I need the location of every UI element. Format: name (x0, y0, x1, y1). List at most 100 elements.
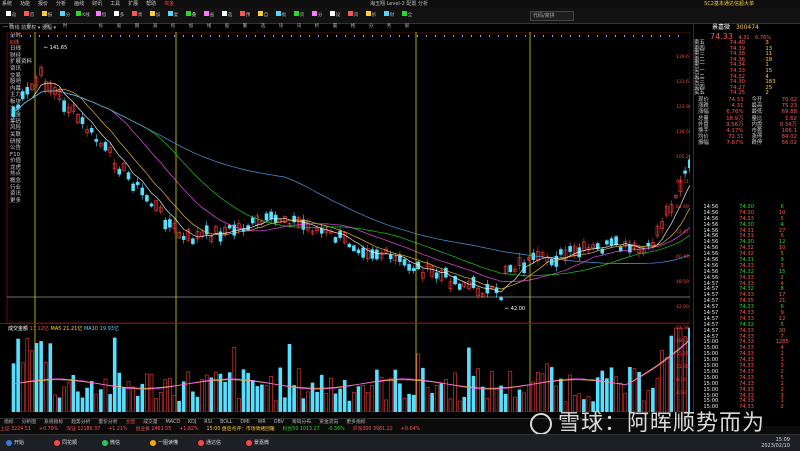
volume-bar (195, 396, 200, 412)
toolbar-button[interactable]: 选股 (220, 10, 234, 29)
toolbar-button[interactable]: 多股 (112, 10, 126, 29)
signal-marker (75, 35, 76, 37)
search-input[interactable]: 代码/简拼 (530, 11, 574, 21)
menu-item[interactable]: 工具 (110, 1, 120, 7)
taskbar-item[interactable]: 一图读懂 (150, 438, 178, 448)
taskbar-item[interactable]: 开始 (6, 438, 24, 448)
volume-bar (467, 347, 471, 412)
volume-bar (669, 335, 674, 412)
indicator-tab[interactable]: 主图 (126, 420, 136, 425)
taskbar-item[interactable]: 景嘉微 (246, 438, 269, 448)
indicator-tab[interactable]: KDJ (188, 420, 196, 425)
signal-marker (309, 35, 310, 37)
toolbar-button[interactable]: 板块 (274, 10, 288, 29)
taskbar-item[interactable]: 通达信 (198, 438, 221, 448)
toolbar-button[interactable]: K线 (76, 10, 90, 21)
toolbar-button[interactable]: 复权 (166, 10, 180, 29)
toolbar-button[interactable]: 预警 (238, 10, 252, 29)
indicator-tab[interactable]: 更多指标 (346, 420, 365, 425)
toolbar-button[interactable]: 画线 (202, 10, 216, 29)
menu-item[interactable]: 扩展 (128, 1, 138, 7)
candle-body (347, 243, 352, 248)
signal-marker (156, 35, 157, 37)
toolbar-icon (401, 11, 407, 16)
price-axis-label: 131.63 (676, 79, 690, 85)
signal-marker (624, 35, 625, 37)
toolbar-button[interactable]: 自选 (256, 10, 270, 29)
volume-ma5: MA5 21.21亿 (50, 326, 83, 332)
toolbar-button[interactable]: 周期 (130, 10, 144, 29)
toolbar-button[interactable]: 分时 (58, 10, 72, 29)
stat-label: 跌停 (751, 140, 763, 147)
volume-bar (416, 353, 421, 412)
toolbar-button[interactable]: 设置 (328, 10, 342, 29)
candle-body (361, 247, 365, 258)
volume-bar (480, 386, 485, 412)
signal-marker (66, 35, 67, 37)
toolbar-button[interactable]: 资讯 (292, 10, 306, 29)
candle-body (94, 138, 99, 142)
indicator-tab[interactable]: WR (258, 420, 266, 425)
menu-item[interactable]: 财讯 (92, 1, 102, 7)
signal-marker (273, 35, 274, 37)
toolbar-icon (5, 11, 11, 16)
toolbar-button[interactable]: 指标 (94, 10, 108, 29)
menu-item[interactable]: 报价 (38, 1, 48, 7)
menu-item[interactable]: 画线 (74, 1, 84, 7)
indicator-tab[interactable]: OBV (274, 420, 284, 425)
price-axis-label: 139.67 (676, 54, 690, 60)
menu-item[interactable]: 资金 (164, 1, 174, 7)
toolbar-button[interactable]: 叠加 (184, 10, 198, 29)
menu-item[interactable]: 分析 (56, 1, 66, 7)
signal-marker (345, 35, 346, 37)
signal-marker (120, 35, 121, 37)
indicator-tab[interactable]: 筹码分布 (292, 420, 311, 425)
taskbar-item[interactable]: 微信 (102, 438, 120, 448)
window-title: 海玉翔 Level-2 配置 分析 (370, 1, 428, 7)
toolbar-button[interactable]: 报价 (40, 10, 54, 29)
toolbar-button[interactable]: 财务 (382, 10, 396, 29)
moving-average-line (13, 90, 690, 264)
indicator-tab[interactable]: DMI (240, 420, 249, 425)
candle-body (292, 215, 296, 223)
volume-bar (425, 387, 430, 412)
candle-body (218, 231, 223, 242)
indicator-tab[interactable]: 成交量 (143, 420, 157, 425)
volume-bar (494, 388, 499, 412)
indicator-tab[interactable]: 指标 (4, 420, 14, 425)
toolbar-button[interactable]: 加减 (148, 10, 162, 29)
toolbar-button[interactable]: 全屏 (400, 10, 414, 29)
taskbar-item[interactable]: 同花顺 (54, 438, 77, 448)
indicator-tab[interactable]: 量价分析 (98, 420, 117, 425)
taskbar-item-label: 开始 (14, 440, 25, 446)
candle-body (163, 219, 168, 230)
volume-bar (269, 376, 273, 412)
toolbar-button[interactable]: 分析 (310, 10, 324, 29)
menu-item[interactable]: 功能 (20, 1, 30, 7)
period-selector[interactable]: 一 日线 前复权 ▾ 涨幅 ▾ (3, 25, 56, 31)
toolbar-button[interactable]: 拆分 (364, 10, 378, 29)
indicator-tab[interactable]: RSI (204, 420, 212, 425)
volume-bar (149, 373, 154, 412)
indicator-tab[interactable]: BOLL (220, 420, 232, 425)
toolbar-button[interactable]: 风格 (346, 10, 360, 29)
indicator-tab[interactable]: 系统指标 (44, 420, 63, 425)
indicator-tab[interactable]: MACD (166, 420, 180, 425)
candle-body (687, 159, 690, 169)
ticker-item: +0.79% (38, 427, 59, 432)
toolbar-icon (383, 11, 389, 16)
toolbar-button[interactable]: 首页 (22, 10, 36, 29)
volume-bar (513, 396, 517, 412)
volume-value: 13.12亿 (29, 326, 49, 332)
indicator-tab[interactable]: 趋势分析 (71, 420, 90, 425)
indicator-tab[interactable]: 分析图 (22, 420, 36, 425)
volume-bar (365, 392, 370, 412)
menu-item[interactable]: 帮助 (146, 1, 156, 7)
volume-axis-label: 15.76 (676, 351, 689, 357)
indicator-tab[interactable]: 资金流向 (319, 420, 338, 425)
volume-bar (664, 357, 669, 412)
volume-bar (94, 393, 99, 412)
menu-item[interactable]: 系统 (2, 1, 12, 7)
toolbar-button[interactable]: 返回 (4, 10, 18, 29)
kline-chart[interactable]: ← 141.65 ← 42.00 139.67 131.63 123.90 116.50 1… (0, 32, 690, 412)
